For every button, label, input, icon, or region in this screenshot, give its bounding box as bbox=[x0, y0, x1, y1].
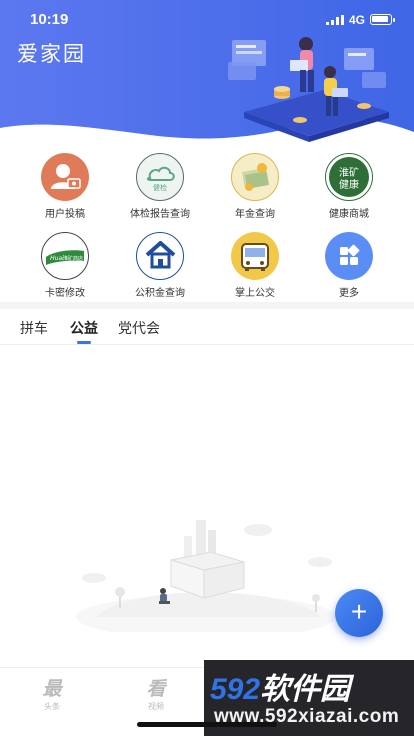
svg-text:健康: 健康 bbox=[339, 178, 359, 191]
housing-fund-house-icon bbox=[136, 232, 184, 280]
add-post-button[interactable]: + bbox=[335, 589, 383, 637]
grid-item-label: 体检报告查询 bbox=[130, 209, 190, 220]
grid-item-label: 健康商城 bbox=[329, 209, 369, 220]
signal-icon bbox=[326, 15, 344, 25]
tab-party-congress[interactable]: 党代会 bbox=[118, 318, 160, 338]
nav-video[interactable]: 看 视频 bbox=[126, 674, 186, 712]
pension-money-icon bbox=[231, 153, 279, 201]
huaikuang-health-mall-icon: 淮矿 健康 bbox=[325, 153, 373, 201]
grid-item-label: 公积金查询 bbox=[135, 288, 185, 299]
nav-glyph: 看 bbox=[146, 678, 166, 700]
card-password-icon: Huai 淮矿商店 bbox=[41, 232, 89, 280]
tab-carpool[interactable]: 拼车 bbox=[20, 318, 48, 338]
svg-text:健检: 健检 bbox=[153, 183, 167, 192]
cloud-health-check-icon: 健检 bbox=[136, 153, 184, 201]
grid-item-bus[interactable]: 掌上公交 bbox=[207, 232, 303, 302]
grid-item-more[interactable]: 更多 bbox=[301, 232, 397, 302]
grid-item-label: 年金查询 bbox=[235, 209, 275, 220]
grid-item-health-mall[interactable]: 淮矿 健康 健康商城 bbox=[301, 153, 397, 223]
empty-state-illustration bbox=[76, 520, 336, 632]
grid-item-label: 用户投稿 bbox=[45, 209, 85, 220]
more-apps-icon bbox=[325, 232, 373, 280]
header-banner: 10:19 4G 爱家园 bbox=[0, 0, 414, 150]
network-type: 4G bbox=[349, 13, 366, 27]
active-tab-indicator bbox=[77, 341, 91, 344]
app-title: 爱家园 bbox=[17, 43, 86, 66]
grid-item-user-submission[interactable]: 用户投稿 bbox=[17, 153, 113, 223]
bus-icon bbox=[231, 232, 279, 280]
svg-text:淮矿商店: 淮矿商店 bbox=[63, 255, 83, 262]
nav-headlines[interactable]: 最 头条 bbox=[22, 674, 82, 712]
status-time: 10:19 bbox=[30, 11, 69, 28]
grid-item-card-password[interactable]: Huai 淮矿商店 卡密修改 bbox=[17, 232, 113, 302]
grid-item-housing-fund[interactable]: 公积金查询 bbox=[112, 232, 208, 302]
grid-item-pension[interactable]: 年金查询 bbox=[207, 153, 303, 223]
grid-item-label: 掌上公交 bbox=[235, 288, 275, 299]
watermark-number: 592 bbox=[210, 673, 261, 706]
user-camera-icon bbox=[41, 153, 89, 201]
home-indicator bbox=[137, 722, 277, 727]
nav-label: 视频 bbox=[148, 702, 164, 711]
section-divider bbox=[0, 302, 414, 309]
feature-grid: 用户投稿 健检 体检报告查询 年金查询 淮矿 健康 健康商城 Huai 淮矿商店… bbox=[0, 150, 414, 300]
nav-label: 头条 bbox=[44, 702, 60, 711]
tab-charity[interactable]: 公益 bbox=[70, 318, 98, 338]
category-tabs: 拼车 公益 党代会 bbox=[0, 310, 414, 345]
header-illustration bbox=[228, 37, 389, 142]
svg-text:淮矿: 淮矿 bbox=[339, 166, 359, 179]
watermark-brand: 软件园 bbox=[260, 673, 351, 706]
grid-item-health-report[interactable]: 健检 体检报告查询 bbox=[112, 153, 208, 223]
battery-icon bbox=[370, 14, 395, 25]
grid-item-label: 更多 bbox=[339, 288, 359, 299]
grid-item-label: 卡密修改 bbox=[45, 288, 85, 299]
nav-glyph: 最 bbox=[42, 678, 62, 700]
